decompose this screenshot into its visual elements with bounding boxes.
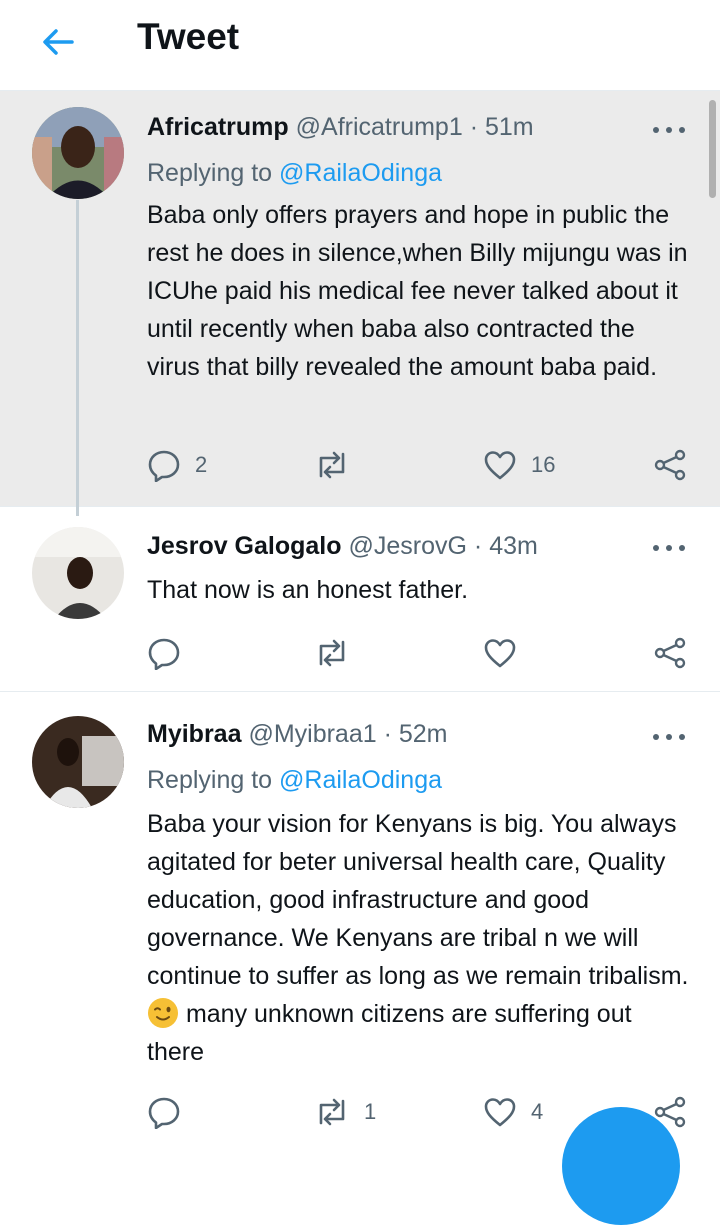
thread-line — [76, 200, 79, 516]
more-icon[interactable] — [652, 123, 686, 135]
replying-to: Replying to @RailaOdinga — [147, 159, 442, 188]
tweet-text: Baba your vision for Kenyans is big. You… — [147, 805, 692, 1071]
like-count: 16 — [531, 452, 556, 477]
avatar[interactable] — [32, 107, 124, 199]
reply-icon — [147, 448, 181, 482]
tweet-text-part: Baba your vision for Kenyans is big. You… — [147, 810, 689, 990]
retweet-icon — [314, 636, 350, 670]
tweet-text-part: many unknown citizens are suffering out … — [147, 1000, 632, 1066]
display-name[interactable]: Myibraa — [147, 720, 241, 748]
avatar[interactable] — [32, 716, 124, 808]
mention-link[interactable]: @RailaOdinga — [279, 159, 442, 187]
reply-button[interactable] — [147, 1092, 181, 1132]
separator: · — [469, 113, 479, 141]
reply-count: 2 — [195, 452, 208, 477]
like-icon — [483, 636, 517, 670]
reply-icon — [147, 636, 181, 670]
reply-icon — [147, 1095, 181, 1129]
replying-to: Replying to @RailaOdinga — [147, 766, 442, 795]
display-name[interactable]: Africatrump — [147, 113, 289, 141]
like-button[interactable]: 16 — [483, 445, 555, 485]
tweet-header: Jesrov Galogalo @JesrovG · 43m — [147, 532, 538, 561]
like-button[interactable]: 4 — [483, 1092, 543, 1132]
like-icon — [483, 1095, 517, 1129]
more-icon[interactable] — [652, 730, 686, 742]
user-handle[interactable]: @Africatrump1 — [296, 113, 463, 141]
retweet-button[interactable] — [314, 633, 350, 673]
share-button[interactable] — [653, 633, 687, 673]
action-bar — [0, 633, 720, 673]
user-handle[interactable]: @Myibraa1 — [248, 720, 376, 748]
share-icon — [653, 636, 687, 670]
more-icon[interactable] — [652, 541, 686, 553]
display-name[interactable]: Jesrov Galogalo — [147, 532, 342, 560]
like-count: 4 — [531, 1099, 544, 1124]
scrollbar[interactable] — [709, 100, 716, 198]
top-bar: Tweet — [0, 0, 720, 91]
replying-prefix: Replying to — [147, 766, 273, 794]
action-bar: 2 16 — [0, 445, 720, 485]
replying-prefix: Replying to — [147, 159, 273, 187]
reply-button[interactable]: 2 — [147, 445, 207, 485]
timestamp[interactable]: 51m — [485, 113, 534, 141]
winking-face-emoji-icon — [147, 997, 179, 1029]
avatar[interactable] — [32, 527, 124, 619]
retweet-button[interactable]: 1 — [314, 1092, 376, 1132]
tweet-header: Africatrump @Africatrump1 · 51m — [147, 113, 534, 142]
reply-button[interactable] — [147, 633, 181, 673]
mention-link[interactable]: @RailaOdinga — [279, 766, 442, 794]
separator: · — [383, 720, 392, 748]
share-icon — [653, 448, 687, 482]
retweet-count: 1 — [364, 1099, 377, 1124]
back-arrow-icon[interactable] — [38, 22, 78, 62]
like-icon — [483, 448, 517, 482]
page-title: Tweet — [137, 16, 240, 57]
user-handle[interactable]: @JesrovG — [348, 532, 466, 560]
share-button[interactable] — [653, 445, 687, 485]
retweet-button[interactable] — [314, 445, 350, 485]
retweet-icon — [314, 448, 350, 482]
tweet-jesrov[interactable]: Jesrov Galogalo @JesrovG · 43m That now … — [0, 507, 720, 692]
tweet-text: That now is an honest father. — [147, 576, 469, 604]
timestamp[interactable]: 43m — [489, 532, 538, 560]
tweet-myibraa[interactable]: Myibraa @Myibraa1 · 52m Replying to @Rai… — [0, 692, 720, 1150]
separator: · — [473, 532, 483, 560]
tweet-africatrump[interactable]: Africatrump @Africatrump1 · 51m Replying… — [0, 91, 720, 507]
tweet-text: Baba only offers prayers and hope in pub… — [147, 201, 688, 381]
compose-icon[interactable] — [562, 1107, 680, 1225]
retweet-icon — [314, 1095, 350, 1129]
like-button[interactable] — [483, 633, 517, 673]
tweet-header: Myibraa @Myibraa1 · 52m — [147, 720, 448, 749]
timestamp[interactable]: 52m — [399, 720, 448, 748]
